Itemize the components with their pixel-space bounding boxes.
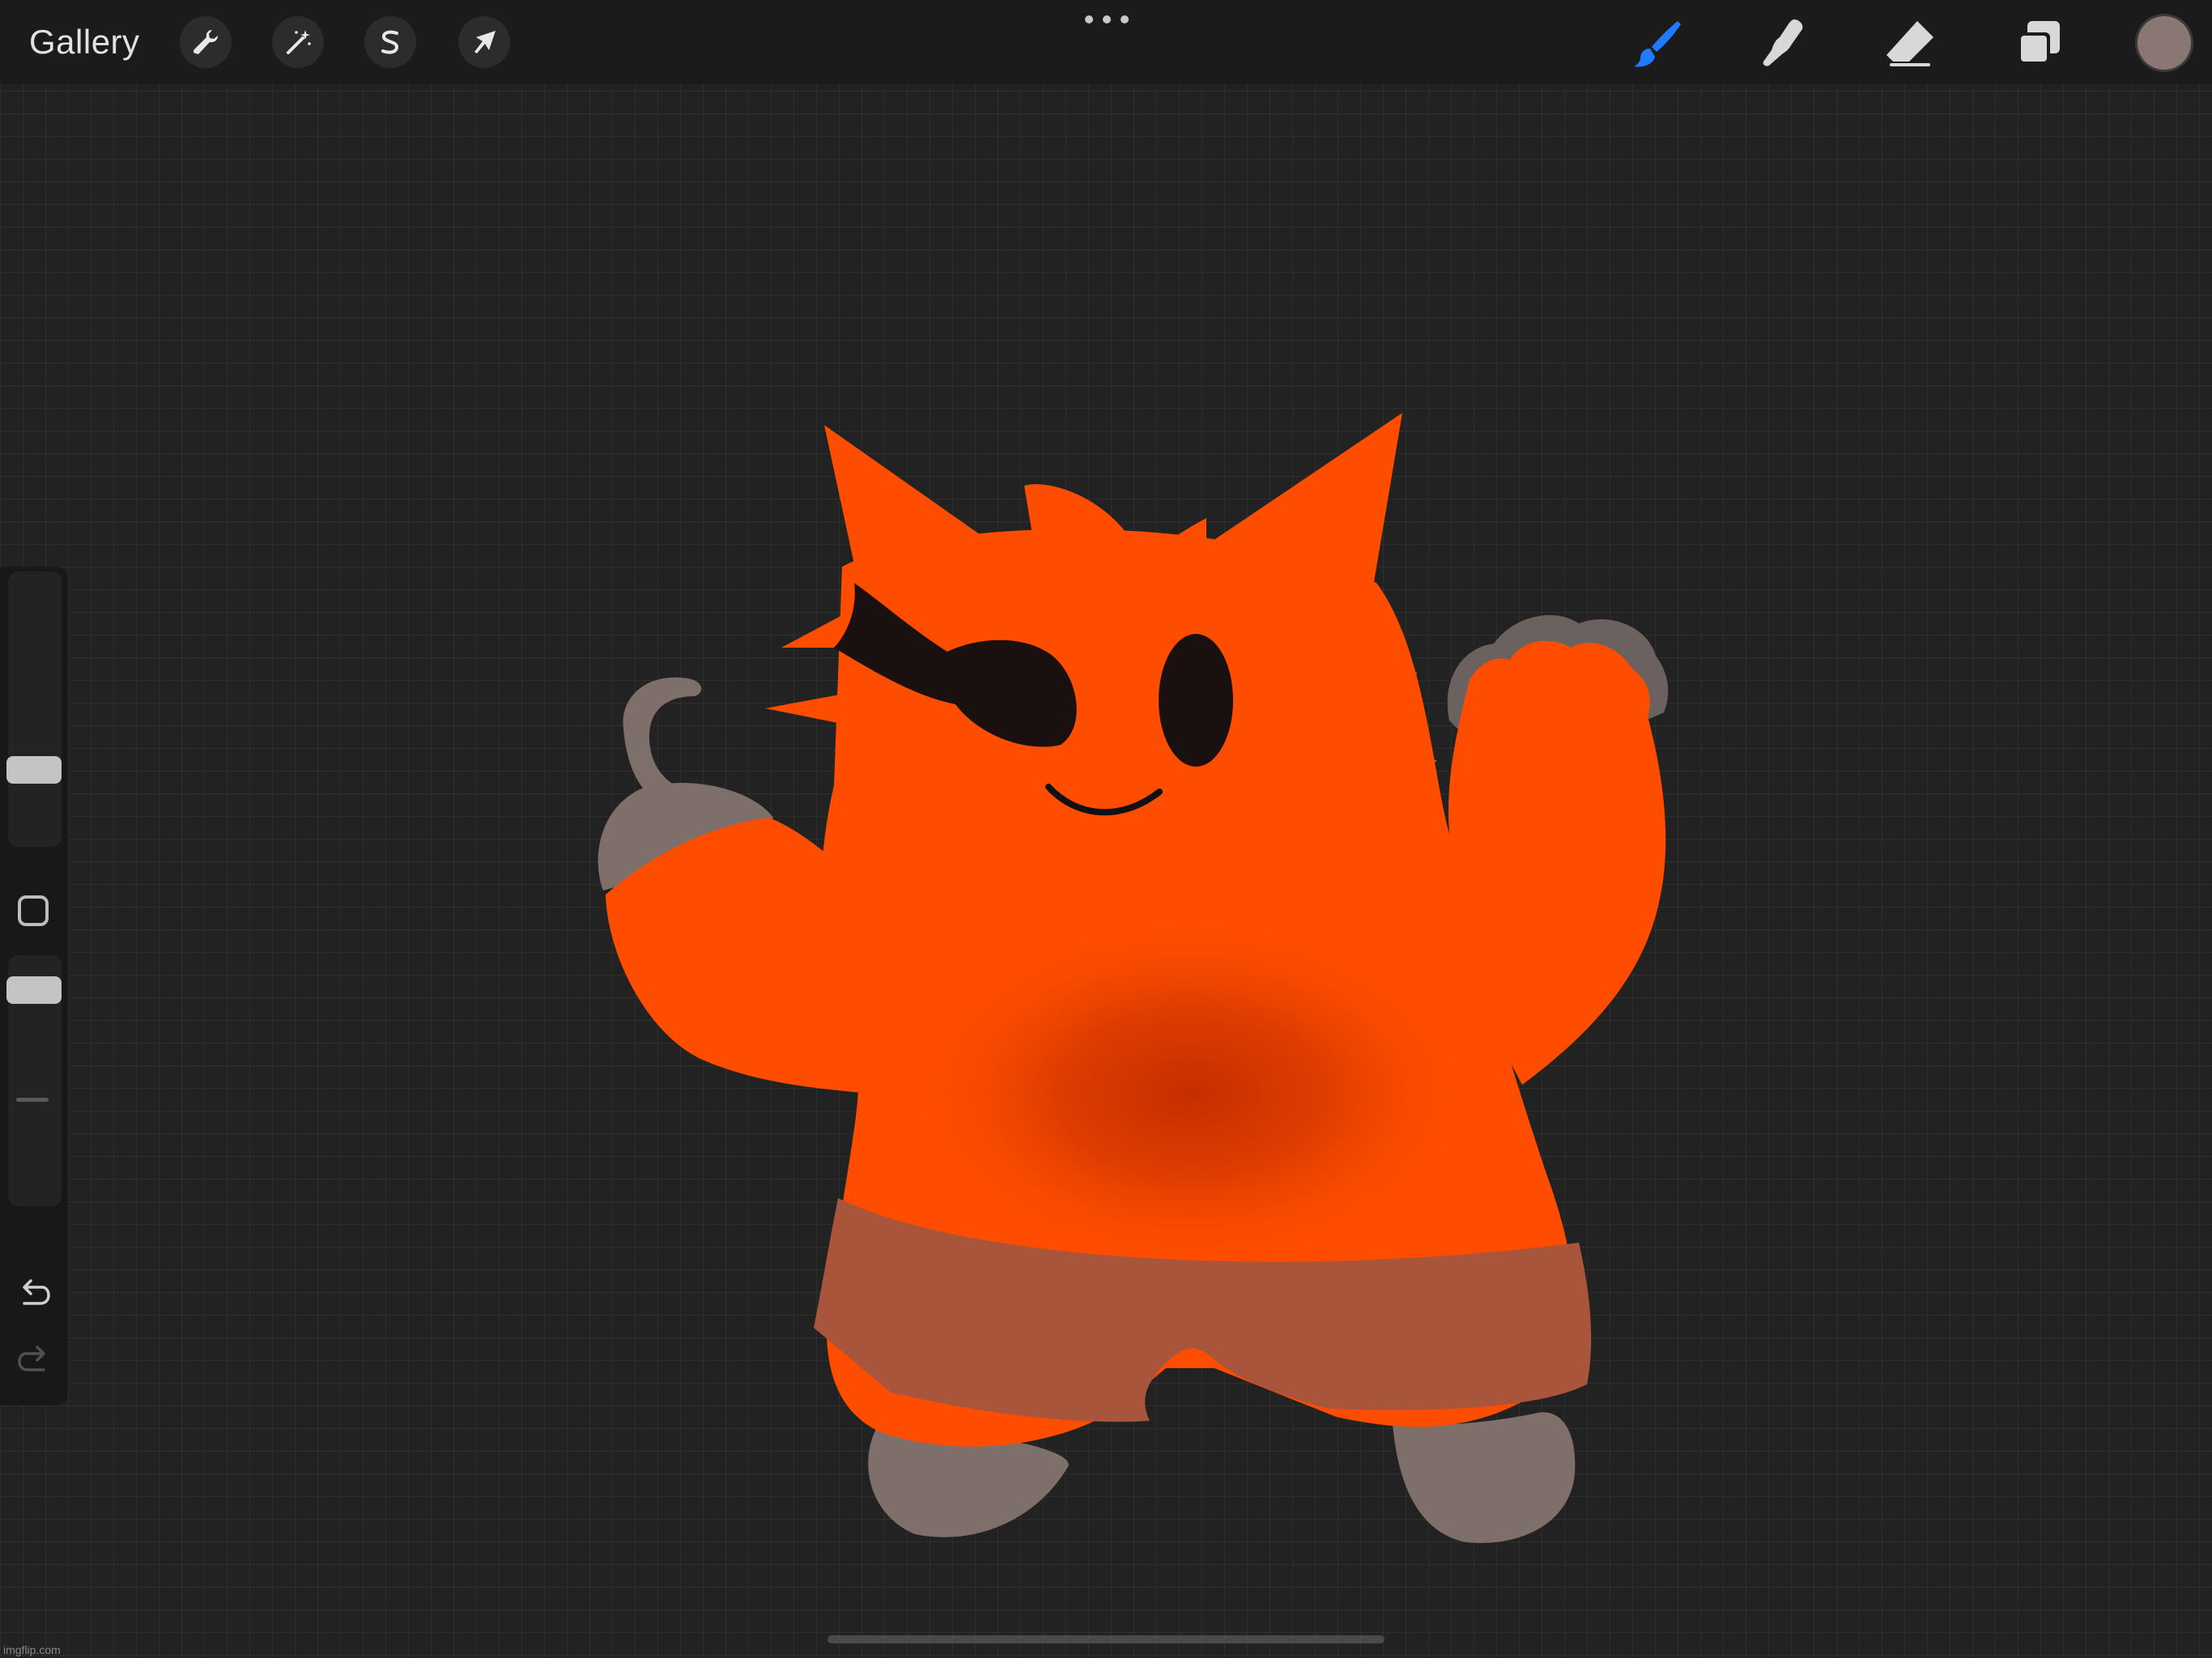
transform-button[interactable] — [458, 16, 510, 68]
home-indicator[interactable] — [827, 1635, 1385, 1643]
procreate-app: Gallery imgflip.com — [0, 0, 2212, 1658]
eraser-icon — [1887, 21, 1933, 66]
actions-button[interactable] — [180, 16, 232, 68]
drawing-canvas[interactable] — [0, 0, 2212, 1658]
smudge-finger-icon — [1763, 19, 1803, 66]
smudge-tool-button[interactable] — [1752, 13, 1814, 74]
magic-wand-icon — [287, 30, 311, 54]
adjustments-button[interactable] — [272, 16, 324, 68]
ellipsis-icon — [1085, 15, 1093, 23]
redo-button[interactable] — [11, 1337, 57, 1383]
top-toolbar: Gallery — [0, 0, 2212, 84]
undo-button[interactable] — [11, 1271, 57, 1316]
gallery-button[interactable]: Gallery — [29, 18, 140, 66]
square-modify-icon[interactable] — [18, 895, 49, 926]
watermark: imgflip.com — [3, 1643, 61, 1656]
slider-tick — [16, 1098, 49, 1102]
more-options-button[interactable] — [1085, 5, 1129, 34]
undo-icon — [23, 1279, 50, 1305]
belly-shading — [891, 907, 1490, 1279]
brush-tool-button[interactable] — [1626, 13, 1687, 74]
brush-icon — [1634, 21, 1681, 67]
brush-size-slider[interactable] — [6, 572, 62, 847]
wrench-icon — [193, 30, 218, 54]
arrow-cursor-icon — [474, 31, 496, 53]
eraser-tool-button[interactable] — [1878, 13, 1940, 74]
layers-icon — [2018, 21, 2060, 65]
side-bar — [0, 567, 68, 1405]
cat-eye — [1159, 634, 1233, 767]
selection-button[interactable] — [364, 16, 416, 68]
opacity-slider[interactable] — [6, 955, 62, 1206]
layers-button[interactable] — [2008, 13, 2069, 74]
redo-icon — [18, 1346, 45, 1371]
selection-s-icon — [381, 30, 399, 54]
brush-size-thumb[interactable] — [6, 756, 62, 784]
opacity-thumb[interactable] — [6, 976, 62, 1004]
color-picker-button[interactable] — [2138, 16, 2191, 70]
right-boot — [1393, 1412, 1576, 1543]
